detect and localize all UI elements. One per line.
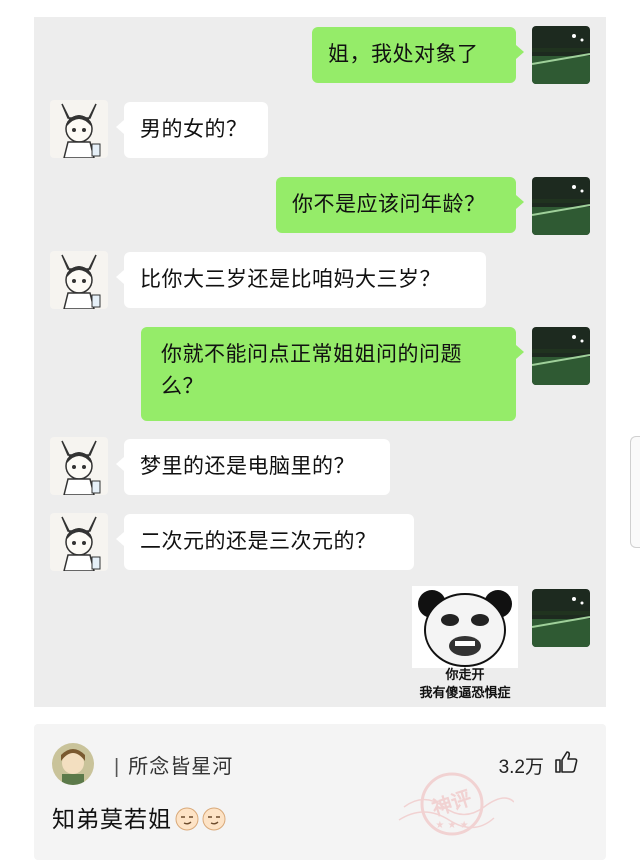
sticker-caption-line1: 你走开 <box>445 668 485 683</box>
message-bubble-left: 比你大三岁还是比咱妈大三岁？ <box>116 252 486 308</box>
self-avatar[interactable] <box>532 589 590 647</box>
anime-girl-avatar-icon <box>50 437 108 495</box>
comment-text: 知弟莫若姐 <box>52 800 226 834</box>
commenter-avatar[interactable] <box>52 743 94 785</box>
panda-meme-sticker: 你走开 我有傻逼恐惧症 <box>412 586 518 704</box>
svg-text:★ ★ ★: ★ ★ ★ <box>435 820 468 831</box>
sticker-caption-line2: 我有傻逼恐惧症 <box>419 686 511 701</box>
commenter-username[interactable]: 所念皆星河 <box>128 756 233 778</box>
self-avatar[interactable] <box>532 26 590 84</box>
anime-girl-avatar-icon <box>50 100 108 158</box>
field-night-photo-icon <box>532 589 590 647</box>
thumbs-up-icon[interactable] <box>554 750 578 774</box>
message-bubble-left: 男的女的？ <box>116 102 268 158</box>
message-bubble-left: 二次元的还是三次元的？ <box>116 514 414 570</box>
field-night-photo-icon <box>532 26 590 84</box>
featured-comment-stamp: 神评 ★ ★ ★ <box>398 772 514 836</box>
self-avatar[interactable] <box>532 327 590 385</box>
self-avatar[interactable] <box>532 177 590 235</box>
name-separator-icon: | <box>114 756 121 778</box>
top-comment-card: | 所念皆星河 神评 ★ ★ ★ 3.2万 知弟莫若姐 <box>34 724 606 860</box>
sister-avatar[interactable] <box>50 100 108 158</box>
cartoon-boy-avatar-icon <box>52 743 94 785</box>
commenter-name[interactable]: | 所念皆星河 <box>114 750 233 779</box>
message-bubble-right: 你不是应该问年龄？ <box>276 177 524 233</box>
message-bubble-right: 你就不能问点正常姐姐问的问题么？ <box>141 327 524 421</box>
stamp-label: 神评 <box>429 785 474 820</box>
smirk-emoji-icon <box>202 807 226 831</box>
smirk-emoji-icon <box>175 807 199 831</box>
message-bubble-left: 梦里的还是电脑里的？ <box>116 439 390 495</box>
field-night-photo-icon <box>532 177 590 235</box>
message-bubble-right: 姐，我处对象了 <box>312 27 524 83</box>
field-night-photo-icon <box>532 327 590 385</box>
sister-avatar[interactable] <box>50 513 108 571</box>
like-count: 3.2万 <box>498 757 544 778</box>
anime-girl-avatar-icon <box>50 251 108 309</box>
anime-girl-avatar-icon <box>50 513 108 571</box>
comment-body: 知弟莫若姐 <box>52 806 172 832</box>
sister-avatar[interactable] <box>50 437 108 495</box>
chat-screenshot: 姐，我处对象了 男的女的？ 你不是应该问年龄？ 比你大三岁还是比咱妈大三岁？ 你… <box>34 17 606 707</box>
scroll-handle[interactable] <box>630 436 640 548</box>
sister-avatar[interactable] <box>50 251 108 309</box>
panda-face-icon <box>412 586 518 668</box>
